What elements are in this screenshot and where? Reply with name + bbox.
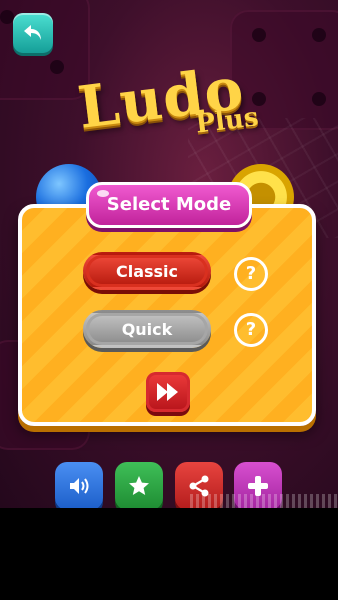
rate-button[interactable] <box>115 462 163 508</box>
sound-button[interactable] <box>55 462 103 508</box>
quick-mode-button[interactable]: Quick <box>83 310 211 348</box>
decorative-texture <box>190 494 338 508</box>
dialog-title-label: Select Mode <box>106 194 232 215</box>
play-button[interactable] <box>146 372 190 412</box>
dialog-title: Select Mode <box>86 182 252 228</box>
title-gloss <box>97 190 109 197</box>
star-icon <box>129 476 149 495</box>
back-button[interactable] <box>13 13 53 53</box>
classic-mode-button[interactable]: Classic <box>83 252 211 290</box>
speaker-icon <box>70 478 89 494</box>
game-screen: Ludo Plus Select Mode Classic ? Quick ? <box>0 0 338 508</box>
classic-help-button[interactable]: ? <box>234 257 268 291</box>
quick-help-button[interactable]: ? <box>234 313 268 347</box>
back-arrow-icon <box>24 25 41 40</box>
fast-forward-icon <box>157 383 178 401</box>
